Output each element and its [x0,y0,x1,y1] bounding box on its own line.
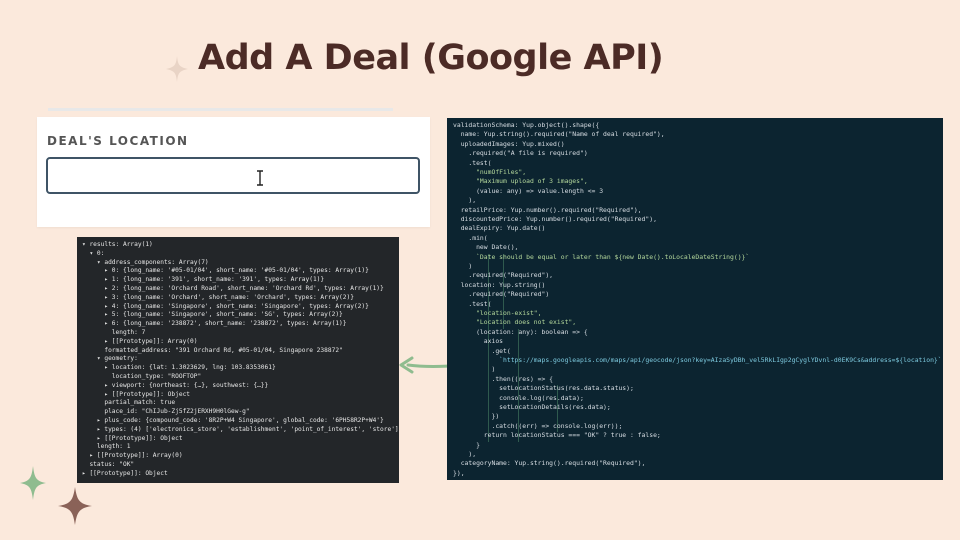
code-line: categoryName: Yup.string().required("Req… [453,459,646,468]
sparkle-icon [58,487,92,529]
console-output-panel: ▾ results: Array(1) ▾ 0: ▾ address_compo… [77,237,399,483]
code-editor-panel: validationSchema: Yup.object().shape({ n… [447,118,943,480]
form-divider [48,108,393,111]
code-line: return locationStatus === "OK" ? true : … [453,431,661,440]
code-line: `Date should be equal or later than ${ne… [453,252,750,261]
deal-location-label: DEAL'S LOCATION [47,134,189,148]
code-line: `https://maps.googleapis.com/maps/api/ge… [453,356,942,364]
text-cursor-icon [256,170,264,190]
deal-location-input[interactable] [46,157,420,194]
sparkle-icon [20,466,46,504]
page-title: Add A Deal (Google API) [198,38,664,78]
code-line: }), [453,468,465,477]
deal-location-form: DEAL'S LOCATION [37,117,430,227]
sparkle-icon [166,56,188,86]
console-line: ▸ [[Prototype]]: Object [82,469,168,477]
